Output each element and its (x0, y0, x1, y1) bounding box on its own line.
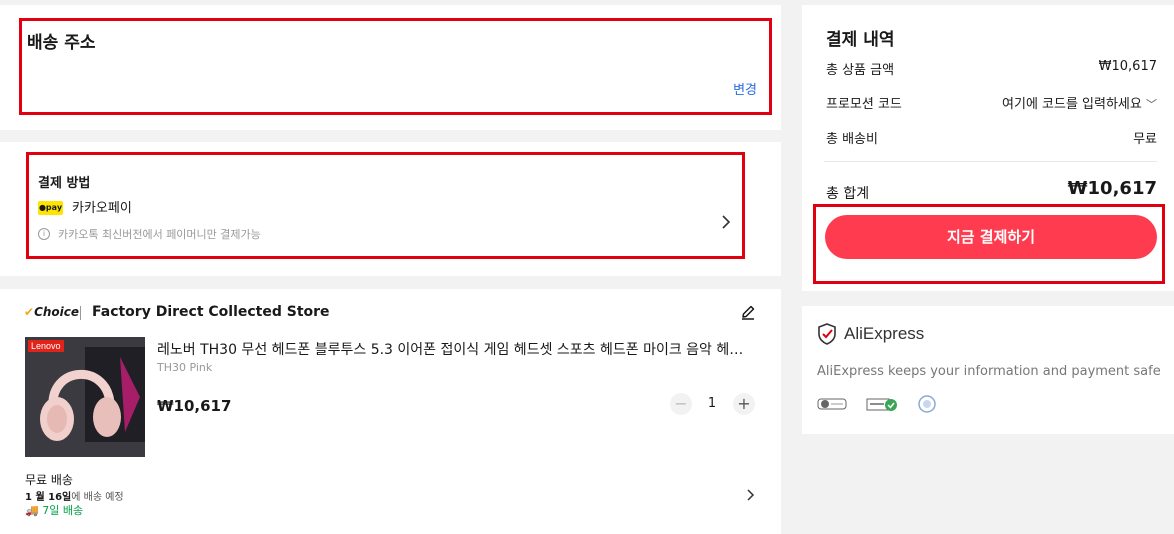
subtotal-value: ₩10,617 (1098, 59, 1157, 74)
security-message: AliExpress keeps your information and pa… (817, 364, 1161, 379)
choice-label: Choice (34, 305, 80, 319)
security-info-section: AliExpress AliExpress keeps your informa… (802, 306, 1174, 434)
store-order-section: ✔Choice Factory Direct Collected Store L… (0, 289, 781, 534)
shipping-total-value: 무료 (1133, 132, 1157, 147)
checkmark-icon: ✔ (24, 305, 35, 319)
delivery-estimate: 1 월 16일에 배송 예정 (25, 488, 124, 503)
product-title[interactable]: 레노버 TH30 무선 헤드폰 블루투스 5.3 이어폰 접이식 게임 헤드셋 … (157, 339, 755, 359)
promo-code-placeholder: 여기에 코드를 입력하세요 (1002, 97, 1142, 112)
aliexpress-logo: AliExpress (844, 324, 925, 343)
shipping-fee-label: 무료 배송 (25, 473, 73, 487)
address-highlight-box (19, 18, 772, 115)
summary-title: 결제 내역 (826, 30, 895, 50)
shipping-total-label: 총 배송비 (826, 132, 878, 147)
divider (824, 161, 1157, 162)
fast-shipping: 🚚 7일 배송 (25, 502, 83, 518)
security-cert-icon (817, 398, 847, 410)
product-price: ₩10,617 (157, 397, 232, 415)
headphones-image (25, 337, 145, 457)
promo-code-input[interactable]: 여기에 코드를 입력하세요 ﹀ (1002, 93, 1157, 112)
subtotal-label: 총 상품 금액 (826, 63, 895, 78)
store-name[interactable]: Factory Direct Collected Store (92, 304, 330, 320)
truck-icon: 🚚 (25, 504, 39, 517)
grand-total-value: ₩10,617 (1067, 178, 1157, 199)
payment-highlight-box (26, 152, 745, 259)
divider (80, 306, 81, 320)
chevron-right-icon[interactable] (745, 488, 757, 502)
quantity-increase-button[interactable]: + (733, 393, 755, 415)
pci-cert-icon (866, 398, 897, 411)
product-variant: TH30 Pink (157, 361, 213, 374)
quantity-decrease-button[interactable]: − (670, 393, 692, 415)
chevron-down-icon: ﹀ (1146, 98, 1157, 111)
edit-pencil-icon[interactable] (740, 304, 756, 320)
brand-label: Lenovo (28, 340, 64, 352)
promo-code-label: 프로모션 코드 (826, 97, 902, 112)
grand-total-label: 총 합계 (826, 186, 870, 202)
quantity-value: 1 (707, 396, 717, 411)
verified-seal-icon (918, 395, 936, 413)
product-image[interactable]: Lenovo (25, 337, 145, 457)
pay-button-highlight-box (813, 204, 1165, 284)
fast-shipping-label: 7일 배송 (42, 504, 84, 517)
choice-logo: ✔Choice (24, 305, 79, 319)
shield-check-icon (818, 323, 836, 345)
